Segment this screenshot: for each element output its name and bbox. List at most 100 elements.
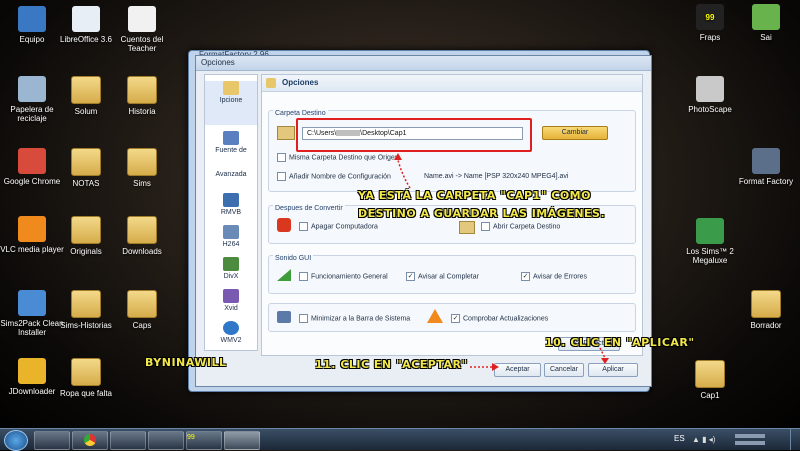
sidebar-item-fuente[interactable]: Fuente de — [205, 131, 257, 171]
open-folder-checkbox[interactable] — [481, 222, 490, 231]
desktop-icon-label: Ropa que falta — [59, 389, 113, 398]
chrome-icon — [84, 434, 96, 446]
desktop-icon-libreoffice-3-6[interactable]: LibreOffice 3.6 — [54, 6, 118, 44]
sidebar-item-h264[interactable]: H264 — [205, 225, 257, 255]
minimize-option[interactable]: Minimizar a la Barra de Sistema — [299, 314, 410, 323]
jdownloader-icon — [18, 358, 46, 384]
add-config-option[interactable]: Añadir Nombre de Configuración — [277, 172, 391, 181]
taskbar-explorer[interactable] — [148, 431, 184, 450]
general-sound-option[interactable]: Funcionamiento General — [299, 272, 388, 281]
computer-icon — [18, 6, 46, 32]
desktop-icon-caps[interactable]: Caps — [110, 290, 174, 330]
divx-icon — [223, 257, 239, 271]
add-config-checkbox[interactable] — [277, 172, 286, 181]
desktop-icon-sai[interactable]: Sai — [734, 4, 798, 42]
desktop-icon-downloads[interactable]: Downloads — [110, 216, 174, 256]
ok-button[interactable]: Aceptar — [494, 363, 541, 377]
annotation-carpeta-line2: DESTINO A GUARDAR LAS IMÁGENES. — [358, 207, 606, 220]
sidebar-item-label: DivX — [223, 273, 239, 280]
desktop-icon-format-factory[interactable]: Format Factory — [734, 148, 798, 186]
sidebar-item-label: Xvid — [224, 305, 238, 312]
taskbar-media[interactable] — [110, 431, 146, 450]
clock[interactable] — [735, 432, 775, 446]
desktop-icon-borrador[interactable]: Borrador — [734, 290, 798, 330]
shutdown-checkbox[interactable] — [299, 222, 308, 231]
photoscape-icon — [696, 76, 724, 102]
same-folder-option[interactable]: Misma Carpeta Destino que Origen — [277, 153, 399, 162]
dialog-title: Opciones — [196, 56, 651, 71]
chrome-icon — [18, 148, 46, 174]
open-folder-option[interactable]: Abrir Carpeta Destino — [481, 222, 560, 231]
desktop-icon-label: Historia — [128, 107, 156, 116]
add-config-label: Añadir Nombre de Configuración — [289, 173, 391, 181]
desktop-icon-solum[interactable]: Solum — [54, 76, 118, 116]
desktop-icon-sims[interactable]: Sims — [110, 148, 174, 188]
folder-icon — [71, 76, 101, 104]
error-sound-label: Avisar de Errores — [533, 273, 587, 281]
shutdown-option[interactable]: Apagar Computadora — [299, 222, 378, 231]
error-sound-option[interactable]: ✓ Avisar de Errores — [521, 272, 587, 281]
desktop-icon-ropa-que-falta[interactable]: Ropa que falta — [54, 358, 118, 398]
desktop-icon-label: Borrador — [750, 321, 782, 330]
sidebar-item-divx[interactable]: DivX — [205, 257, 257, 287]
check-updates-checkbox[interactable]: ✓ — [451, 314, 460, 323]
taskbar-chrome[interactable] — [72, 431, 108, 450]
minimize-label: Minimizar a la Barra de Sistema — [311, 315, 411, 323]
taskbar-fraps[interactable]: 99 — [186, 431, 222, 450]
language-indicator[interactable]: ES — [674, 434, 685, 443]
desktop-icon-historia[interactable]: Historia — [110, 76, 174, 116]
desktop-icon-sims-historias[interactable]: Sims-Historias — [54, 290, 118, 330]
same-folder-checkbox[interactable] — [277, 153, 286, 162]
desktop-icon-label: Downloads — [122, 247, 162, 256]
show-desktop-button[interactable] — [790, 429, 800, 450]
group-label: Carpeta Destino — [273, 110, 328, 117]
open-folder-label: Abrir Carpeta Destino — [493, 223, 561, 231]
check-updates-option[interactable]: ✓ Comprobar Actualizaciones — [451, 314, 548, 323]
fraps-icon: 99 — [696, 4, 724, 30]
cancel-button[interactable]: Cancelar — [544, 363, 584, 377]
libreoffice-icon — [72, 6, 100, 32]
general-sound-checkbox[interactable] — [299, 272, 308, 281]
folder-icon — [71, 358, 101, 386]
sidebar-item-wmv2[interactable]: WMV2 — [205, 321, 257, 351]
sai-icon — [752, 4, 780, 30]
misc-group: Minimizar a la Barra de Sistema ✓ Comprob… — [268, 303, 636, 332]
desktop-icon-notas[interactable]: NOTAS — [54, 148, 118, 188]
complete-sound-checkbox[interactable]: ✓ — [406, 272, 415, 281]
folder-icon — [127, 76, 157, 104]
format-factory-icon — [752, 148, 780, 174]
fraps-badge: 99 — [187, 434, 195, 441]
desktop-icon-photoscape[interactable]: PhotoScape — [678, 76, 742, 114]
complete-sound-option[interactable]: ✓ Avisar al Completar — [406, 272, 479, 281]
check-updates-label: Comprobar Actualizaciones — [463, 315, 549, 323]
clock-blur — [735, 441, 765, 445]
desktop-icon-cap1[interactable]: Cap1 — [678, 360, 742, 400]
sidebar-item-avanzada[interactable]: Avanzada — [205, 171, 257, 191]
sidebar-item-xvid[interactable]: Xvid — [205, 289, 257, 319]
folder-icon — [695, 360, 725, 388]
error-sound-checkbox[interactable]: ✓ — [521, 272, 530, 281]
sidebar-item-rmvb[interactable]: RMVB — [205, 193, 257, 223]
taskbar: 99 ES ▲ ▮ ◂) — [0, 428, 800, 451]
folder-icon — [277, 126, 295, 140]
start-button[interactable] — [4, 430, 28, 451]
taskbar-formatfactory[interactable] — [224, 431, 260, 450]
xvid-icon — [223, 289, 239, 303]
recycle-bin-icon — [18, 76, 46, 102]
desktop-icon-los-sims-2-megaluxe[interactable]: Los Sims™ 2 Megaluxe — [678, 218, 742, 265]
sidebar-item-opciones[interactable]: Ipcione — [205, 81, 257, 125]
folder-icon — [71, 290, 101, 318]
badge: 99 — [705, 12, 715, 22]
change-folder-button[interactable]: Cambiar — [542, 126, 608, 140]
folder-icon — [127, 290, 157, 318]
complete-sound-label: Avisar al Completar — [418, 273, 479, 281]
folder-icon — [459, 221, 475, 234]
desktop-icon-fraps[interactable]: 99 Fraps — [678, 4, 742, 42]
taskbar-libreoffice[interactable] — [34, 431, 70, 450]
apply-button[interactable]: Aplicar — [588, 363, 638, 377]
wmv2-icon — [223, 321, 239, 335]
minimize-checkbox[interactable] — [299, 314, 308, 323]
desktop-icon-originals[interactable]: Originals — [54, 216, 118, 256]
folder-icon — [127, 148, 157, 176]
desktop-icon-cuentos-del-teacher[interactable]: Cuentos del Teacher — [110, 6, 174, 53]
